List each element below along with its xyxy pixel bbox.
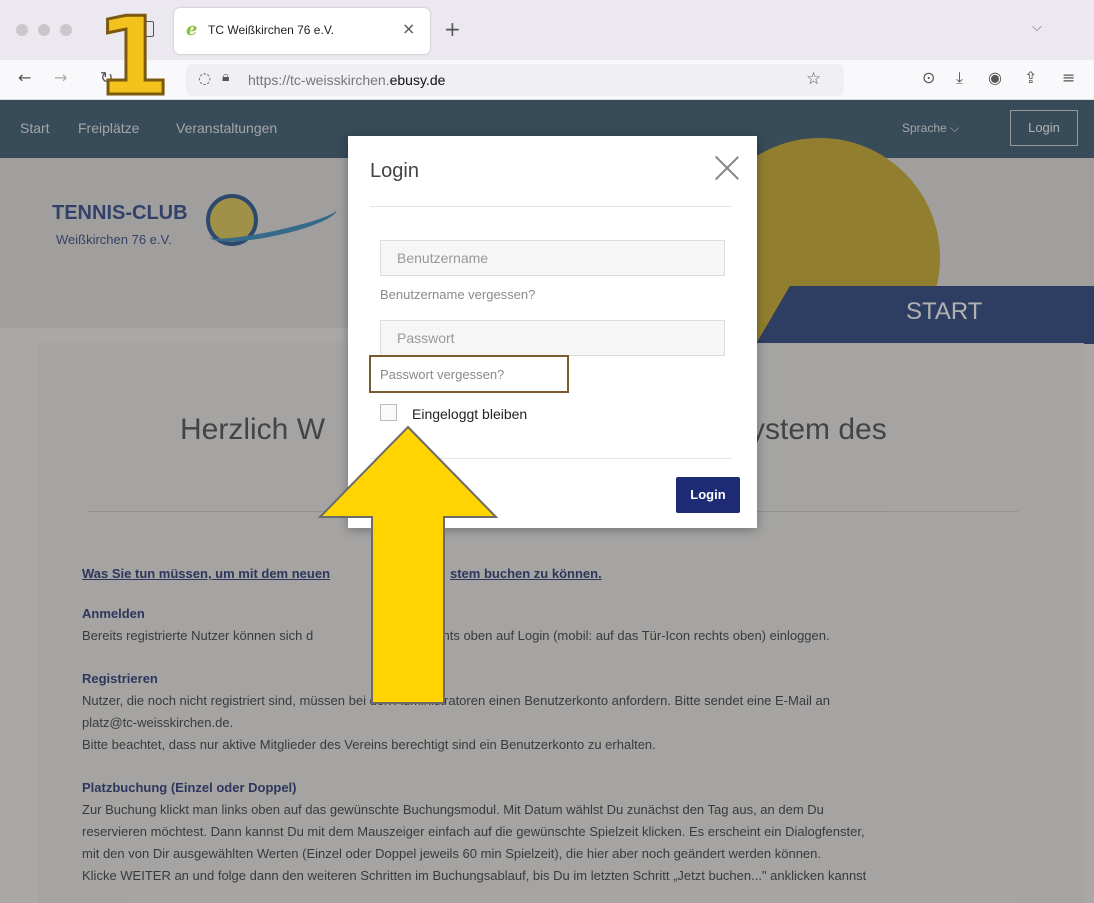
tab-list-chevron-icon[interactable]: ⌵ — [1032, 20, 1042, 35]
maximize-window-icon[interactable] — [60, 24, 72, 36]
account-icon[interactable]: ◉ — [988, 68, 1002, 87]
login-submit-button[interactable]: Login — [676, 477, 740, 513]
tracking-shield-icon[interactable]: ◌ — [198, 69, 211, 87]
back-arrow-icon[interactable]: ← — [18, 68, 31, 87]
browser-tab[interactable]: e TC Weißkirchen 76 e.V. × — [174, 8, 430, 54]
tab-close-icon[interactable]: × — [402, 19, 415, 38]
lock-icon[interactable]: 🔒︎ — [222, 69, 229, 85]
remember-me-checkbox[interactable] — [380, 404, 397, 421]
modal-divider-top — [370, 206, 732, 207]
forgot-username-link[interactable]: Benutzername vergessen? — [380, 287, 535, 302]
close-window-icon[interactable] — [16, 24, 28, 36]
up-arrow-icon — [318, 425, 498, 704]
remember-me-label[interactable]: Eingeloggt bleiben — [412, 406, 527, 422]
forgot-password-highlight-box — [369, 355, 569, 393]
close-icon[interactable] — [713, 154, 741, 182]
menu-icon[interactable]: ≡ — [1062, 68, 1075, 87]
password-field[interactable]: Passwort — [380, 320, 725, 356]
downloads-icon[interactable]: ⤓ — [956, 68, 963, 88]
step-number: 1 — [98, 0, 168, 100]
step-number-badge: 1 — [98, 0, 168, 100]
bookmark-star-icon[interactable]: ☆ — [806, 69, 821, 89]
url-text[interactable]: https://tc-weisskirchen.ebusy.de — [248, 72, 445, 88]
new-tab-button[interactable]: + — [444, 17, 461, 41]
minimize-window-icon[interactable] — [38, 24, 50, 36]
address-bar[interactable]: ◌ 🔒︎ https://tc-weisskirchen.ebusy.de ☆ — [186, 64, 844, 96]
tab-title: TC Weißkirchen 76 e.V. — [208, 23, 335, 37]
modal-title: Login — [370, 160, 419, 182]
forward-arrow-icon[interactable]: → — [54, 68, 67, 87]
pocket-icon[interactable]: ⊙ — [922, 68, 935, 87]
share-icon[interactable]: ⇪ — [1024, 68, 1037, 87]
username-field[interactable]: Benutzername — [380, 240, 725, 276]
edge-favicon-icon: e — [186, 19, 198, 40]
